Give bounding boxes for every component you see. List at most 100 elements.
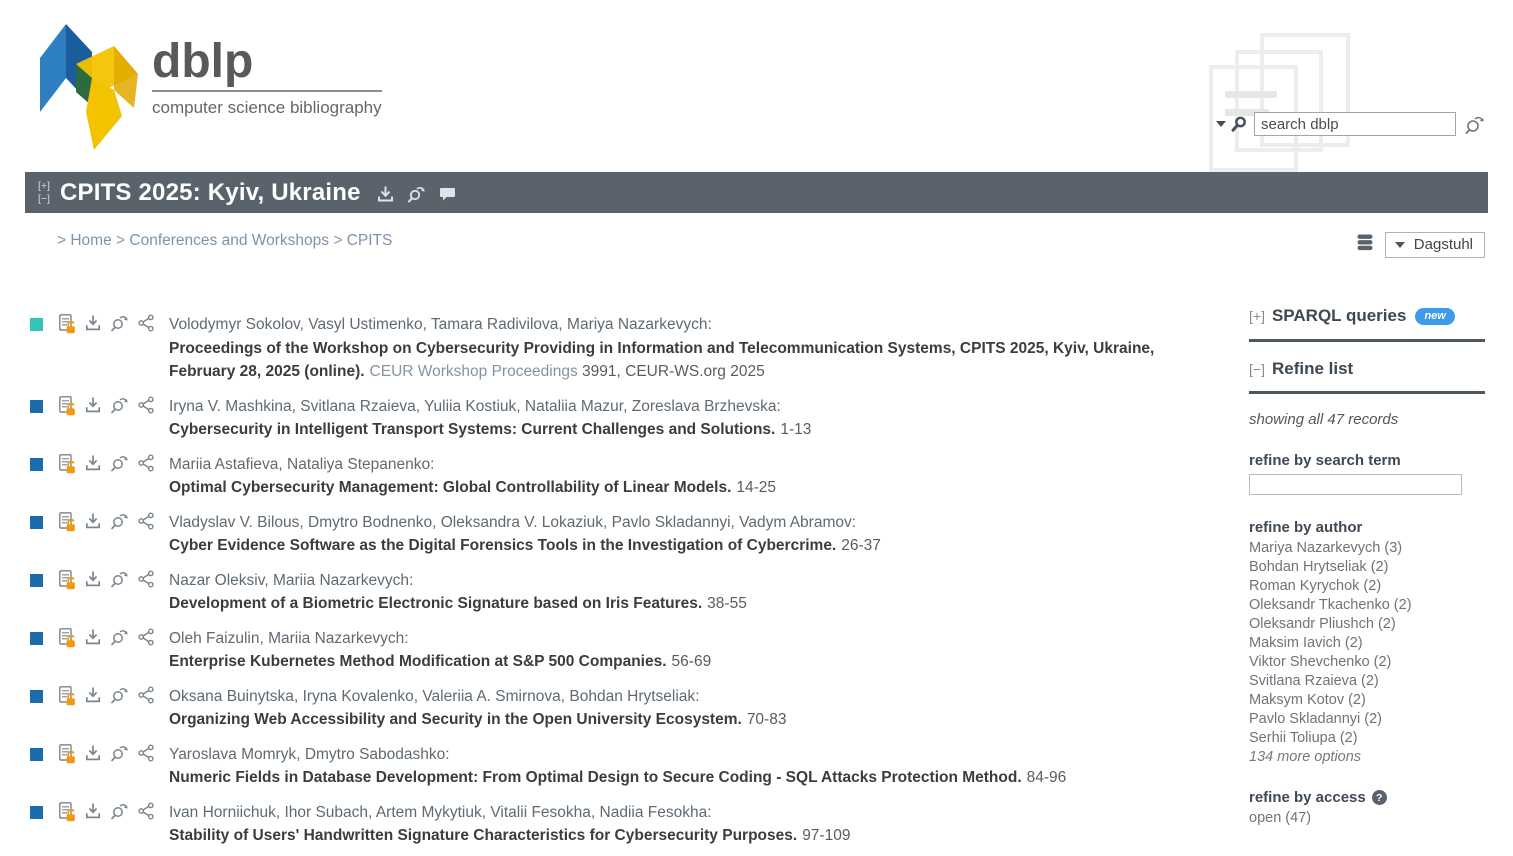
author-link[interactable]: Volodymyr Sokolov: [169, 316, 300, 333]
author-link[interactable]: Yuliia Kostiuk: [424, 398, 516, 415]
collapse-icon[interactable]: [−]: [1249, 361, 1265, 377]
author-link[interactable]: Mariia Nazarkevych: [273, 572, 409, 589]
entry-type-marker[interactable]: [30, 574, 43, 587]
refine-author-option[interactable]: Mariya Nazarkevych (3): [1249, 539, 1485, 558]
author-link[interactable]: Svitlana Rzaieva: [300, 398, 415, 415]
open-access-details-icon[interactable]: [59, 802, 76, 822]
search-external-icon[interactable]: [110, 570, 129, 590]
search-external-icon[interactable]: [110, 744, 129, 764]
open-access-details-icon[interactable]: [59, 512, 76, 532]
author-link[interactable]: Pavlo Skladannyi: [612, 514, 731, 531]
fold-controls[interactable]: [+] [−]: [38, 180, 50, 204]
share-icon[interactable]: [138, 570, 154, 590]
refine-author-option[interactable]: Maksym Kotov (2): [1249, 691, 1485, 710]
open-access-details-icon[interactable]: [59, 396, 76, 416]
refine-author-option[interactable]: Pavlo Skladannyi (2): [1249, 710, 1485, 729]
search-external-icon[interactable]: [110, 396, 129, 416]
open-access-details-icon[interactable]: [59, 570, 76, 590]
share-icon[interactable]: [138, 314, 154, 334]
author-link[interactable]: Yaroslava Momryk: [169, 746, 296, 763]
venue-link[interactable]: CEUR Workshop Proceedings: [370, 363, 578, 380]
author-link[interactable]: Vladyslav V. Bilous: [169, 514, 299, 531]
sparql-queries-section[interactable]: [+] SPARQL queries new: [1249, 306, 1485, 327]
entry-type-marker[interactable]: [30, 458, 43, 471]
open-access-details-icon[interactable]: [59, 628, 76, 648]
refine-search-input[interactable]: [1249, 474, 1462, 495]
more-author-options[interactable]: 134 more options: [1249, 748, 1485, 767]
database-icon[interactable]: [1356, 234, 1374, 256]
refine-access-option[interactable]: open (47): [1249, 809, 1485, 828]
author-link[interactable]: Iryna Kovalenko: [303, 688, 414, 705]
refine-author-option[interactable]: Oleksandr Pliushch (2): [1249, 615, 1485, 634]
entry-type-marker[interactable]: [30, 806, 43, 819]
download-icon[interactable]: [85, 314, 101, 334]
search-external-icon[interactable]: [110, 686, 129, 706]
author-link[interactable]: Bohdan Hrytseliak: [569, 688, 695, 705]
author-link[interactable]: Mariia Nazarkevych: [268, 630, 404, 647]
author-link[interactable]: Nataliia Mazur: [525, 398, 623, 415]
sparql-queries-label[interactable]: SPARQL queries: [1272, 306, 1406, 326]
download-icon[interactable]: [85, 802, 101, 822]
author-link[interactable]: Vitalii Fesokha: [490, 804, 591, 821]
search-external-icon[interactable]: [110, 454, 129, 474]
entry-type-marker[interactable]: [30, 748, 43, 761]
search-external-icon[interactable]: [110, 628, 129, 648]
author-link[interactable]: Artem Mykytiuk: [376, 804, 482, 821]
collapse-all-control[interactable]: [−]: [38, 193, 50, 205]
view-selector-dropdown[interactable]: Dagstuhl: [1385, 232, 1485, 258]
search-external-icon[interactable]: [110, 802, 129, 822]
author-link[interactable]: Nataliya Stepanenko: [287, 456, 430, 473]
breadcrumb-link[interactable]: CPITS: [347, 232, 393, 249]
expand-icon[interactable]: [+]: [1249, 308, 1265, 324]
download-icon[interactable]: [85, 454, 101, 474]
search-external-icon[interactable]: [110, 314, 129, 334]
entry-type-marker[interactable]: [30, 690, 43, 703]
author-link[interactable]: Tamara Radivilova: [431, 316, 559, 333]
open-access-details-icon[interactable]: [59, 686, 76, 706]
download-icon[interactable]: [85, 744, 101, 764]
dblp-logo[interactable]: [30, 16, 150, 161]
open-access-details-icon[interactable]: [59, 454, 76, 474]
publication-title[interactable]: Cyber Evidence Software as the Digital F…: [169, 537, 836, 554]
search-input[interactable]: [1254, 112, 1456, 136]
author-link[interactable]: Oleh Faizulin: [169, 630, 259, 647]
share-icon[interactable]: [138, 396, 154, 416]
refine-author-option[interactable]: Maksim Iavich (2): [1249, 634, 1485, 653]
refine-author-option[interactable]: Viktor Shevchenko (2): [1249, 653, 1485, 672]
publication-title[interactable]: Cybersecurity in Intelligent Transport S…: [169, 421, 775, 438]
author-link[interactable]: Iryna V. Mashkina: [169, 398, 292, 415]
publication-title[interactable]: Enterprise Kubernetes Method Modificatio…: [169, 653, 667, 670]
open-access-details-icon[interactable]: [59, 744, 76, 764]
entry-type-marker[interactable]: [30, 318, 43, 331]
search-external-icon[interactable]: [110, 512, 129, 532]
author-link[interactable]: Nadiia Fesokha: [600, 804, 708, 821]
download-icon[interactable]: [85, 686, 101, 706]
refine-author-option[interactable]: Oleksandr Tkachenko (2): [1249, 596, 1485, 615]
share-icon[interactable]: [138, 802, 154, 822]
open-access-details-icon[interactable]: [59, 314, 76, 334]
entry-type-marker[interactable]: [30, 400, 43, 413]
author-link[interactable]: Valeriia A. Smirnova: [422, 688, 560, 705]
refine-list-section[interactable]: [−] Refine list: [1249, 359, 1485, 379]
comment-icon[interactable]: [439, 186, 456, 202]
expand-all-control[interactable]: [+]: [38, 180, 50, 192]
download-icon[interactable]: [85, 628, 101, 648]
entry-type-marker[interactable]: [30, 632, 43, 645]
author-link[interactable]: Oleksandra V. Lokaziuk: [441, 514, 603, 531]
refine-list-label[interactable]: Refine list: [1272, 359, 1353, 379]
publication-title[interactable]: Numeric Fields in Database Development: …: [169, 769, 1022, 786]
publication-title[interactable]: Organizing Web Accessibility and Securit…: [169, 711, 742, 728]
refine-author-option[interactable]: Svitlana Rzaieva (2): [1249, 672, 1485, 691]
author-link[interactable]: Dmytro Sabodashko: [305, 746, 445, 763]
download-icon[interactable]: [85, 512, 101, 532]
search-external-icon[interactable]: [407, 185, 426, 203]
author-link[interactable]: Nazar Oleksiv: [169, 572, 264, 589]
author-link[interactable]: Dmytro Bodnenko: [308, 514, 432, 531]
publication-title[interactable]: Stability of Users' Handwritten Signatur…: [169, 827, 797, 844]
publication-title[interactable]: Optimal Cybersecurity Management: Global…: [169, 479, 731, 496]
author-link[interactable]: Mariia Astafieva: [169, 456, 278, 473]
author-link[interactable]: Vadym Abramov: [739, 514, 852, 531]
publication-title[interactable]: Development of a Biometric Electronic Si…: [169, 595, 702, 612]
author-link[interactable]: Ihor Subach: [284, 804, 368, 821]
share-icon[interactable]: [138, 686, 154, 706]
